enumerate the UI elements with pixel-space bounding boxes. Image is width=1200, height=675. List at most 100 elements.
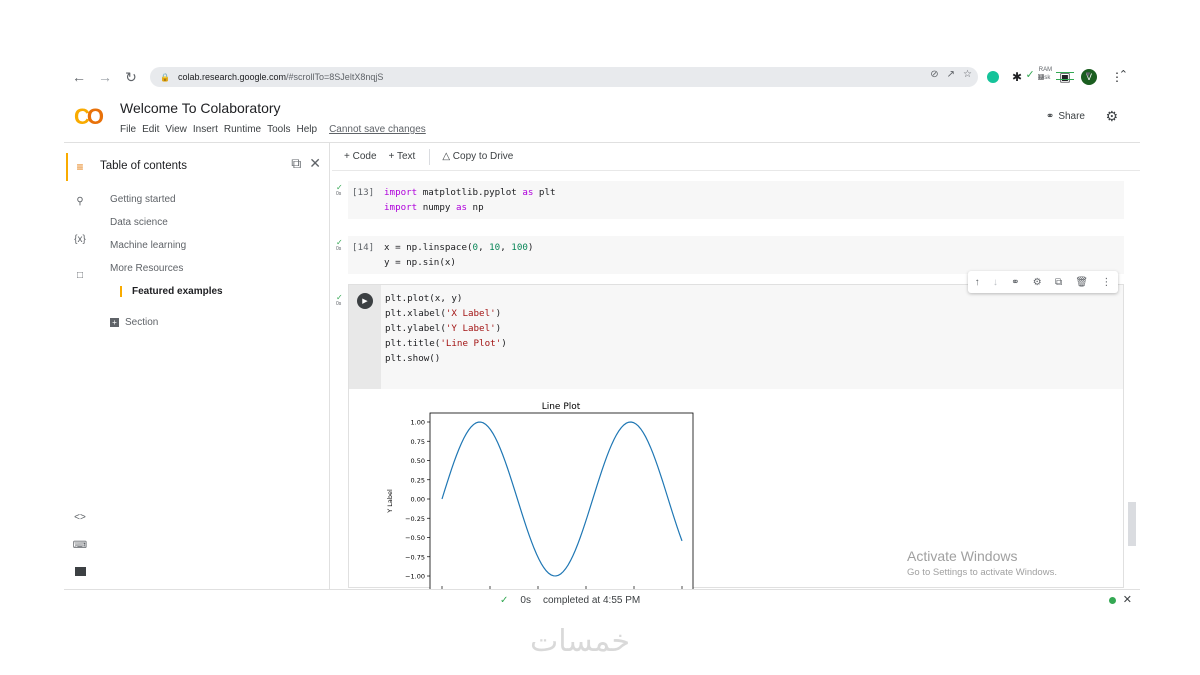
link-cell-icon[interactable]: ⚭ — [1011, 277, 1019, 288]
back-icon[interactable]: ← — [68, 66, 90, 88]
extensions-puzzle-icon[interactable]: ✱ — [1008, 67, 1026, 87]
toolbar-divider — [429, 148, 431, 165]
cell-settings-icon[interactable]: ⚙ — [1033, 277, 1042, 288]
y-axis-label: Y Label — [386, 489, 394, 514]
forward-icon[interactable]: → — [94, 66, 116, 88]
cannot-save-link[interactable]: Cannot save changes — [329, 124, 426, 135]
move-up-icon[interactable]: ↑ — [975, 277, 980, 288]
share-button[interactable]: ⚭ Share — [1046, 111, 1085, 122]
search-icon[interactable]: ⚲ — [70, 193, 90, 209]
activate-windows-subtitle: Go to Settings to activate Windows. — [907, 567, 1057, 578]
plot-axes-frame — [429, 412, 694, 590]
delete-cell-icon[interactable]: 🗑 — [1075, 277, 1088, 288]
add-text-button[interactable]: + Text — [389, 151, 416, 162]
code-cell-2[interactable]: [14] x = np.linspace(0, 10, 100) y = np.… — [348, 236, 1124, 274]
drive-icon: △ — [442, 151, 451, 162]
add-code-button[interactable]: + Code — [344, 151, 377, 162]
collapse-chevron-icon[interactable]: ⌃ — [1119, 68, 1128, 81]
more-options-icon[interactable]: ⋮ — [1101, 277, 1111, 288]
toc-add-section[interactable]: + Section — [110, 317, 158, 328]
variables-icon[interactable]: {x} — [70, 231, 90, 247]
eye-off-icon[interactable]: ⊘ — [930, 69, 938, 80]
grammarly-extension-icon[interactable] — [984, 67, 1002, 87]
toc-item-getting-started[interactable]: Getting started — [110, 194, 176, 205]
share-page-icon[interactable]: ↗ — [947, 69, 955, 80]
toc-item-machine-learning[interactable]: Machine learning — [110, 240, 186, 251]
open-in-tab-icon[interactable]: ⧉ — [291, 155, 301, 172]
cell-3-gutter: ▶ — [349, 285, 381, 389]
left-rail: ≡ ⚲ {x} □ <> ⌨ — [64, 143, 96, 589]
cell-1-code[interactable]: import matplotlib.pyplot as plt import n… — [384, 185, 556, 215]
y-tick-label: 0.25 — [411, 476, 425, 484]
y-tick-label: −0.25 — [405, 515, 425, 523]
address-bar[interactable]: 🔒 colab.research.google.com /#scrollTo=8… — [150, 67, 978, 87]
menu-view[interactable]: View — [165, 124, 187, 135]
connection-status-dot — [1109, 597, 1116, 604]
cell-2-status: ✓ 0s — [336, 239, 343, 253]
scrollbar-thumb[interactable] — [1128, 502, 1136, 546]
line-plot-output: Line Plot 1.00 0.75 0.50 0.25 0.00 −0.25 −0.50… — [386, 402, 694, 590]
url-host: colab.research.google.com — [177, 72, 287, 82]
menu-tools[interactable]: Tools — [267, 124, 290, 135]
cell-2-exec-count: [14] — [352, 242, 375, 253]
run-cell-button[interactable]: ▶ — [357, 293, 373, 309]
cell-3-status: ✓ 0s — [336, 294, 343, 308]
cell-3-time: 0s — [336, 301, 342, 307]
menu-help[interactable]: Help — [296, 124, 317, 135]
toc-title: Table of contents — [100, 160, 187, 172]
terminal-icon[interactable] — [70, 563, 90, 579]
colab-logo[interactable]: CO — [74, 104, 104, 130]
close-icon[interactable]: ✕ — [309, 155, 321, 172]
resources-indicator[interactable]: ✓ RAM Disk ▼ — [1026, 66, 1092, 82]
resource-bars — [1056, 69, 1075, 80]
url-path: /#scrollTo=8SJeltX8nqjS — [286, 72, 384, 82]
lock-icon: 🔒 — [160, 72, 170, 82]
activate-windows-title: Activate Windows — [907, 548, 1018, 564]
menu-file[interactable]: File — [120, 124, 136, 135]
move-down-icon[interactable]: ↓ — [993, 277, 998, 288]
colab-header: CO Welcome To Colaboratory File Edit Vie… — [64, 92, 1140, 142]
disk-label: Disk — [1038, 75, 1051, 81]
settings-gear-icon[interactable]: ⚙ — [1105, 108, 1118, 125]
toc-item-data-science[interactable]: Data science — [110, 217, 168, 228]
status-bar: ✓ 0s completed at 4:55 PM ✕ — [64, 589, 1140, 612]
y-tick-label: 0.75 — [411, 438, 425, 446]
notebook-title[interactable]: Welcome To Colaboratory — [120, 100, 281, 116]
cell-2-code[interactable]: x = np.linspace(0, 10, 100) y = np.sin(x… — [384, 240, 533, 270]
cell-2-time: 0s — [336, 246, 342, 252]
reload-icon[interactable]: ↻ — [120, 66, 142, 88]
y-tick-label: 0.50 — [411, 457, 425, 465]
mirror-cell-icon[interactable]: ⧉ — [1055, 277, 1062, 288]
plot-title: Line Plot — [542, 402, 581, 412]
connected-check-icon: ✓ — [1025, 68, 1035, 81]
cell-3-code[interactable]: plt.plot(x, y) plt.xlabel('X Label') plt… — [385, 291, 507, 366]
code-snippets-icon[interactable]: <> — [70, 509, 90, 525]
table-of-contents-panel: Table of contents ⧉ ✕ Getting started Da… — [96, 143, 330, 589]
y-tick-label: 1.00 — [411, 419, 425, 427]
status-time: 0s — [520, 595, 531, 606]
menu-insert[interactable]: Insert — [193, 124, 218, 135]
menu-runtime[interactable]: Runtime — [224, 124, 261, 135]
copy-to-drive-label: Copy to Drive — [452, 151, 514, 162]
toc-item-more-resources[interactable]: More Resources — [110, 263, 183, 274]
command-palette-icon[interactable]: ⌨ — [70, 537, 90, 553]
toc-item-featured-examples[interactable]: Featured examples — [120, 286, 223, 297]
ram-label: RAM — [1038, 67, 1053, 73]
cell-1-exec-count: [13] — [352, 187, 375, 198]
copy-to-drive-button[interactable]: △ Copy to Drive — [442, 151, 513, 162]
y-tick-label: 0.00 — [411, 496, 425, 504]
bookmark-star-icon[interactable]: ☆ — [963, 69, 972, 80]
menu-bar: File Edit View Insert Runtime Tools Help… — [120, 124, 426, 135]
dropdown-arrow-icon[interactable]: ▼ — [1084, 70, 1092, 79]
cell-3-editor[interactable]: plt.plot(x, y) plt.xlabel('X Label') plt… — [381, 285, 1123, 389]
y-tick-label: −0.75 — [405, 553, 425, 561]
files-folder-icon[interactable]: □ — [70, 267, 90, 283]
code-cell-1[interactable]: [13] import matplotlib.pyplot as plt imp… — [348, 181, 1124, 219]
link-icon: ⚭ — [1045, 111, 1055, 122]
close-status-icon[interactable]: ✕ — [1123, 593, 1132, 606]
status-check-icon: ✓ — [500, 595, 509, 606]
rail-active-indicator — [66, 153, 68, 181]
add-section-icon: + — [110, 318, 119, 327]
menu-edit[interactable]: Edit — [142, 124, 159, 135]
toc-list-icon[interactable]: ≡ — [70, 159, 90, 175]
